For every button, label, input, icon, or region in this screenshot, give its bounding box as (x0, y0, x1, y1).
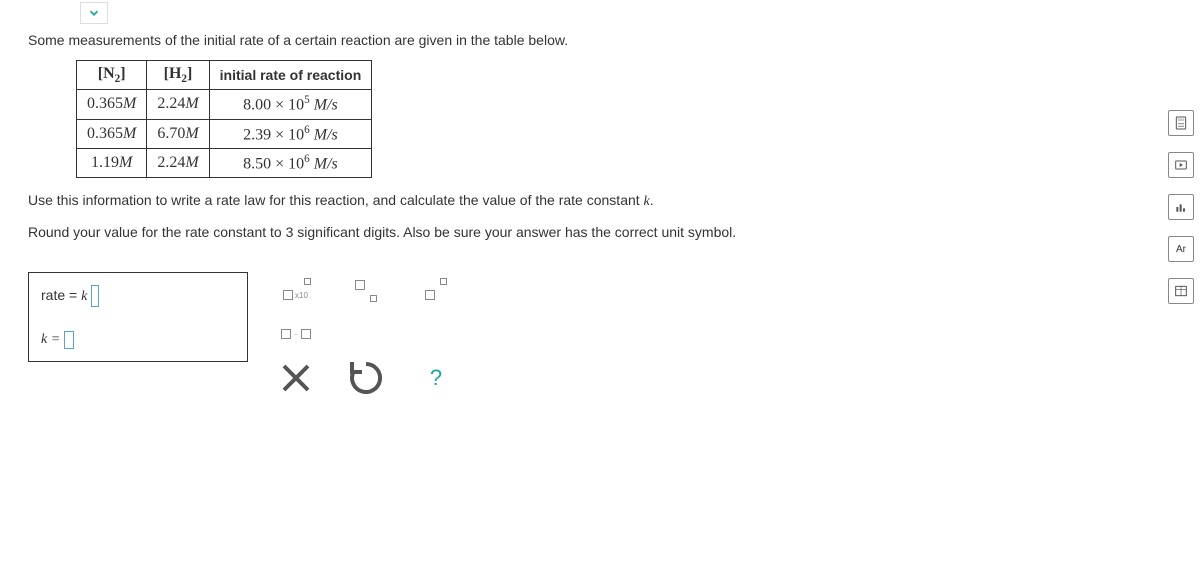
palette-clear[interactable] (272, 360, 320, 396)
palette-subscript[interactable] (342, 272, 390, 308)
table-row: 1.19M 2.24M 8.50 × 106 M/s (77, 148, 372, 177)
bar-chart-icon (1173, 199, 1189, 215)
tool-periodic-table[interactable]: Ar (1168, 236, 1194, 262)
col-header-rate: initial rate of reaction (209, 61, 372, 90)
col-header-h2: [H2] (147, 61, 209, 90)
palette-reset[interactable] (342, 360, 390, 396)
calculator-icon (1173, 115, 1189, 131)
collapse-toggle[interactable] (80, 2, 108, 24)
rate-label: rate = k (41, 287, 87, 305)
tool-graph[interactable] (1168, 194, 1194, 220)
k-input[interactable] (64, 331, 74, 349)
equation-palette: x10 (272, 272, 460, 396)
rate-input-row[interactable]: rate = k (29, 273, 247, 319)
periodic-icon: Ar (1176, 244, 1186, 255)
right-toolbar: Ar (1168, 110, 1194, 304)
instruction-rounding: Round your value for the rate constant t… (28, 224, 1140, 240)
table-icon (1173, 283, 1189, 299)
palette-scientific-notation[interactable]: x10 (272, 272, 320, 308)
table-row: 0.365M 2.24M 8.00 × 105 M/s (77, 90, 372, 119)
instruction-rate-law: Use this information to write a rate law… (28, 192, 1140, 210)
k-label: k = (41, 332, 60, 348)
play-icon (1173, 157, 1189, 173)
data-table: [N2] [H2] initial rate of reaction 0.365… (76, 60, 372, 178)
answer-box: rate = k k = (28, 272, 248, 362)
intro-text: Some measurements of the initial rate of… (28, 32, 1140, 48)
close-icon (272, 354, 320, 402)
help-icon: ? (430, 365, 442, 391)
tool-calculator[interactable] (1168, 110, 1194, 136)
chevron-down-icon (87, 6, 101, 20)
col-header-n2: [N2] (77, 61, 147, 90)
table-row: 0.365M 6.70M 2.39 × 106 M/s (77, 119, 372, 148)
undo-icon (342, 354, 390, 402)
k-input-row[interactable]: k = (29, 319, 247, 361)
rate-input[interactable] (91, 285, 99, 307)
palette-help[interactable]: ? (412, 360, 460, 396)
palette-multiply-boxes[interactable]: · (272, 316, 320, 352)
tool-video[interactable] (1168, 152, 1194, 178)
tool-data-table[interactable] (1168, 278, 1194, 304)
palette-superscript[interactable] (412, 272, 460, 308)
